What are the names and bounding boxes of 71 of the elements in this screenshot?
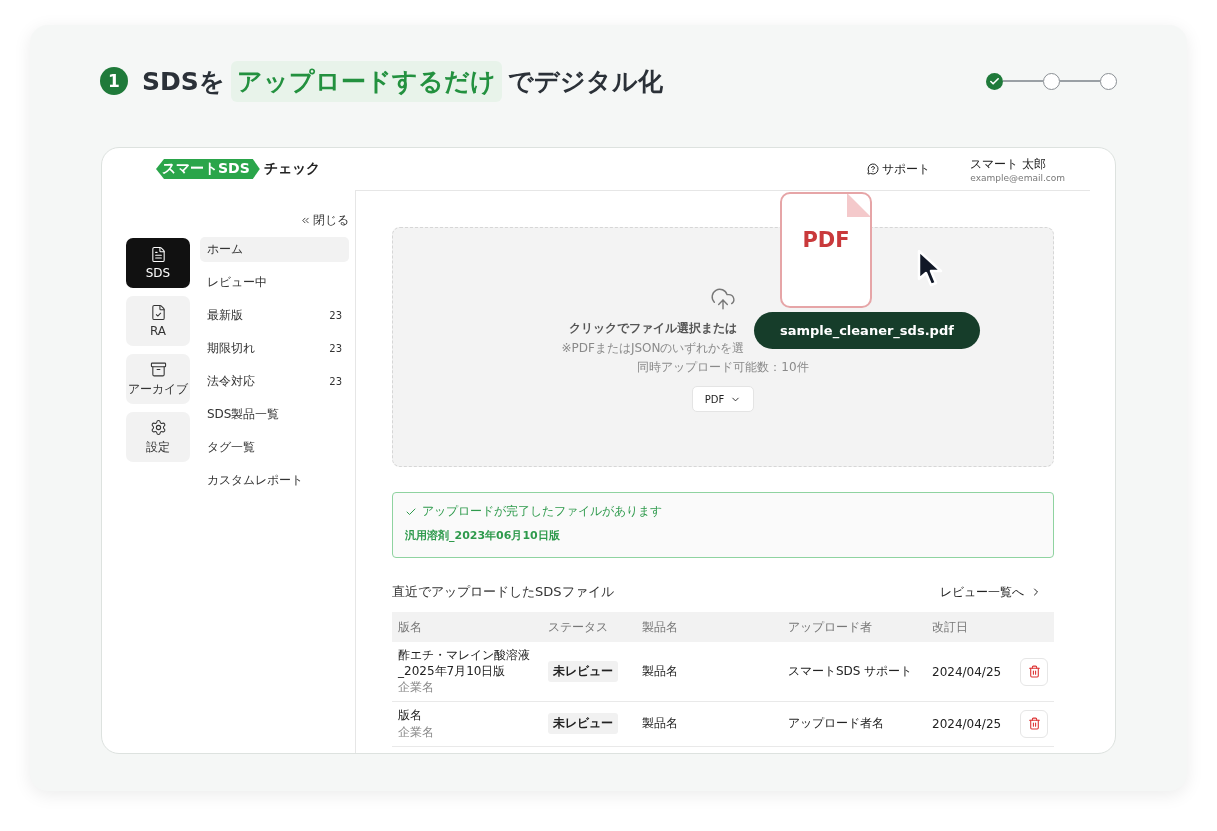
nav-item[interactable]: レビュー中	[200, 270, 349, 295]
nav-count: 23	[329, 376, 342, 387]
success-message: アップロードが完了したファイルがあります	[422, 503, 662, 520]
status-tag: 未レビュー	[548, 713, 618, 735]
archive-box-icon	[149, 360, 167, 378]
nav-label: 期限切れ	[207, 340, 255, 357]
table-cell-text: アップロード者名	[788, 715, 885, 733]
uploaded-file-link[interactable]: 汎用溶剤_2023年06月10日版	[405, 528, 1041, 543]
rail-button[interactable]: RA	[126, 296, 190, 346]
highlighted-heading-text: アップロードするだけ	[230, 60, 502, 102]
nav-item[interactable]: タグ一覧	[200, 435, 349, 460]
nav-item[interactable]: 最新版 23	[200, 303, 349, 328]
user-name: スマート 太郎	[970, 155, 1048, 173]
dropzone-limit: 同時アップロード可能数：10件	[637, 359, 809, 376]
trash-icon	[1027, 717, 1041, 731]
nav-item[interactable]: ホーム	[200, 237, 349, 262]
step-number: 1	[100, 67, 128, 95]
table-cell-text: スマートSDS サポート	[788, 663, 914, 681]
table-cell-text: 2024/04/25	[932, 664, 1003, 679]
format-select[interactable]: PDF	[691, 386, 755, 412]
edition-name: 版名	[398, 707, 423, 724]
company-name: 企業名	[398, 723, 435, 741]
rail-button[interactable]: アーカイブ	[126, 354, 190, 404]
nav-item[interactable]: SDS製品一覧	[200, 402, 349, 427]
dropzone-note: ※PDFまたはJSONのいずれかを選	[561, 340, 745, 357]
heading-text: SDSを	[142, 65, 225, 98]
status-tag: 未レビュー	[548, 661, 618, 683]
nav-count: 23	[329, 343, 342, 354]
review-list-link[interactable]: レビュー一覧へ	[940, 583, 1054, 601]
table-cell-text: 製品名	[642, 715, 679, 733]
double-chevron-left-icon	[300, 215, 311, 226]
trash-icon	[1027, 665, 1041, 679]
nav-item[interactable]: 法令対応 23	[200, 369, 349, 394]
heading-text: でデジタル化	[507, 65, 663, 98]
table-cell-text: 製品名	[642, 663, 679, 681]
nav-label: SDS製品一覧	[207, 406, 280, 423]
settings-icon	[149, 418, 167, 436]
nav-label: 最新版	[207, 307, 243, 324]
nav-label: 法令対応	[207, 373, 255, 390]
column-header: ステータス	[548, 618, 609, 636]
nav-label: カスタムレポート	[207, 472, 303, 489]
cloud-upload-icon	[710, 286, 736, 312]
logo-text: チェック	[263, 160, 320, 178]
delete-button[interactable]	[1020, 709, 1048, 738]
nav-item[interactable]: 期限切れ 23	[200, 336, 349, 361]
nav-item[interactable]: カスタムレポート	[200, 468, 349, 493]
delete-button[interactable]	[1020, 657, 1048, 686]
collapse-link[interactable]: 閉じる	[300, 212, 349, 229]
pdf-file-drawing: PDF	[780, 192, 872, 308]
company-name: 企業名	[398, 679, 435, 697]
edition-name: 酢エチ・マレイン酸溶液_2025年7月10日版	[398, 647, 531, 680]
column-header: 改訂日	[932, 618, 969, 636]
document-icon	[149, 246, 167, 263]
document-check-icon	[149, 304, 167, 321]
column-header: アップロード者	[788, 618, 873, 636]
user-email: example@email.com	[970, 172, 1065, 183]
nav-count: 23	[329, 310, 342, 321]
support-link[interactable]: サポート	[867, 160, 931, 178]
section-title: 直近でアップロードしたSDSファイル	[392, 583, 614, 601]
rail-button[interactable]: 設定	[126, 412, 190, 462]
logo-badge: スマートSDS	[156, 159, 260, 179]
file-name-tag: sample_cleaner_sds.pdf	[754, 312, 980, 349]
column-header: 版名	[398, 618, 423, 636]
dropzone-title: クリックでファイル選択または	[569, 320, 737, 337]
nav-label: ホーム	[207, 241, 243, 258]
table-cell-text: 2024/04/25	[932, 716, 1003, 731]
rail-button[interactable]: SDS	[126, 238, 190, 288]
column-header: 製品名	[642, 618, 679, 636]
question-bubble-icon	[867, 163, 880, 175]
nav-label: レビュー中	[207, 274, 267, 291]
nav-label: タグ一覧	[207, 439, 255, 456]
